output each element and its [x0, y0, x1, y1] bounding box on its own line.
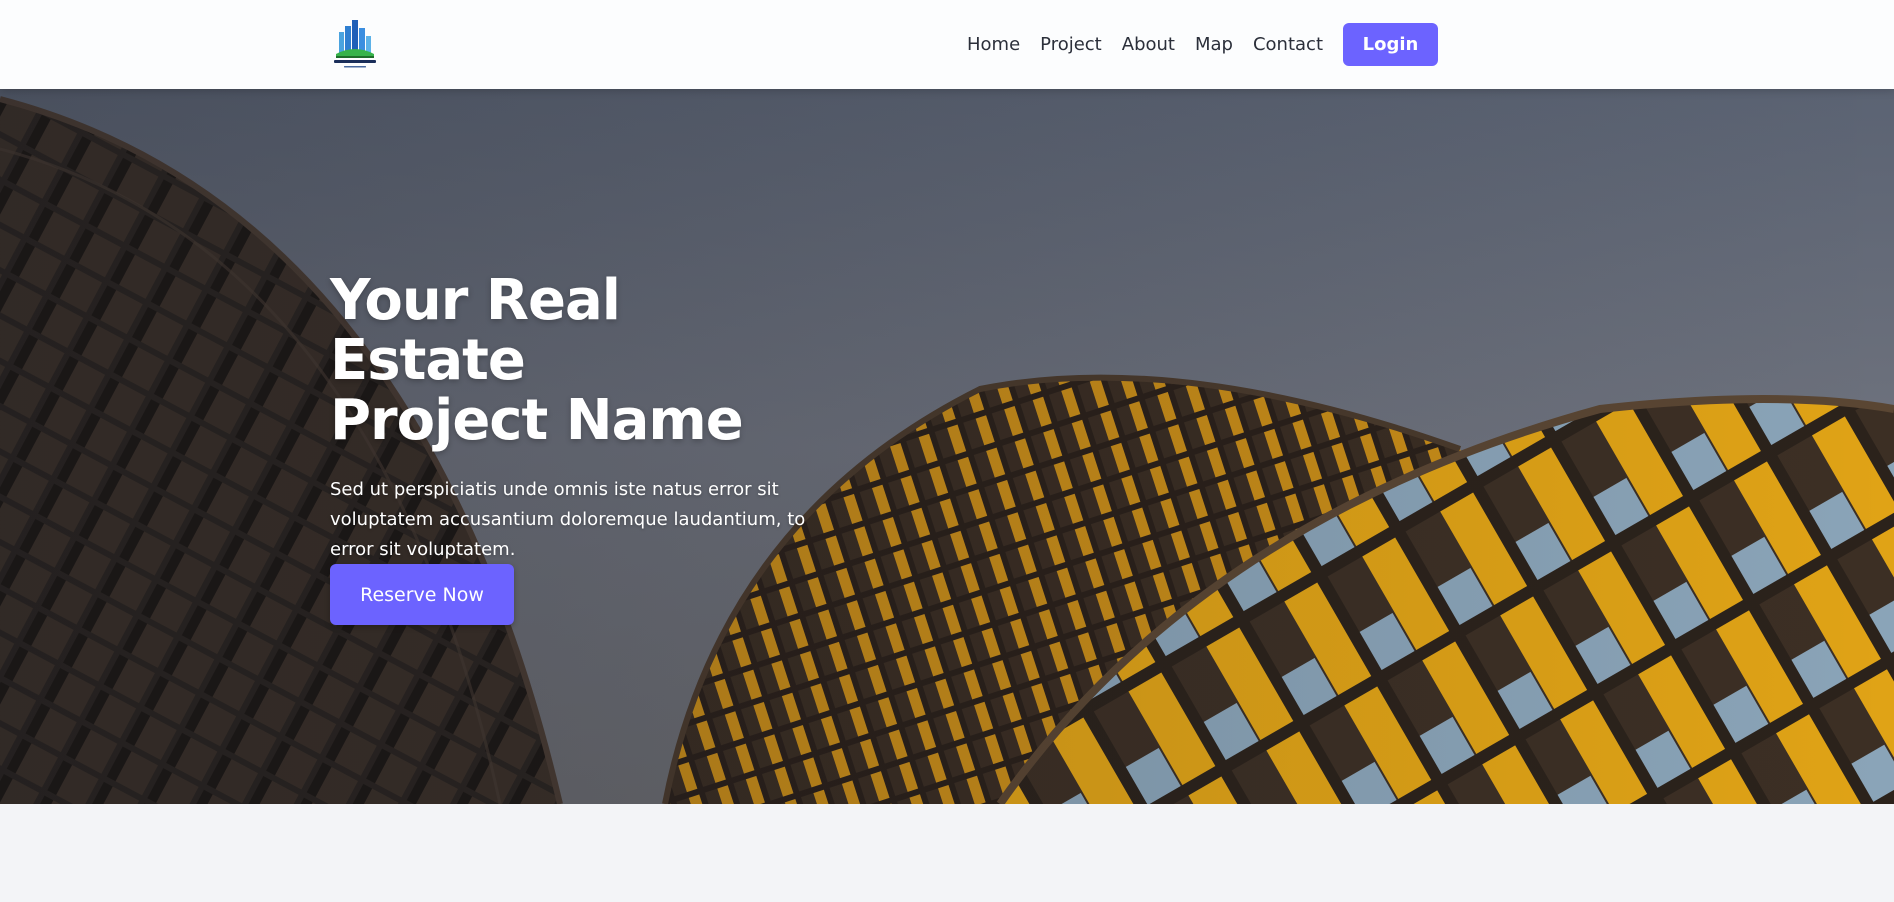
hero-description: Sed ut perspiciatis unde omnis iste natu… [330, 479, 806, 560]
primary-nav: Home Project About Map Contact Login [967, 23, 1438, 66]
top-navbar: Home Project About Map Contact Login [0, 0, 1894, 89]
building-logo-icon [334, 20, 376, 68]
hero-title-line-2: Project Name [330, 388, 744, 453]
login-button[interactable]: Login [1343, 23, 1438, 66]
hero-title: Your Real Estate Project Name [330, 271, 830, 451]
hero-title-line-1: Your Real Estate [330, 268, 621, 393]
hero-content: Your Real Estate Project Name Sed ut per… [330, 271, 830, 565]
real-estate-logo[interactable] [330, 18, 380, 70]
hero-section: Your Real Estate Project Name Sed ut per… [0, 89, 1894, 804]
nav-link-contact[interactable]: Contact [1253, 23, 1323, 66]
nav-link-about[interactable]: About [1122, 23, 1175, 66]
nav-link-home[interactable]: Home [967, 23, 1020, 66]
reserve-now-button[interactable]: Reserve Now [330, 564, 514, 625]
content-section [0, 804, 1894, 902]
nav-link-map[interactable]: Map [1195, 23, 1233, 66]
nav-link-project[interactable]: Project [1040, 23, 1102, 66]
hero-overlay [0, 89, 1894, 804]
